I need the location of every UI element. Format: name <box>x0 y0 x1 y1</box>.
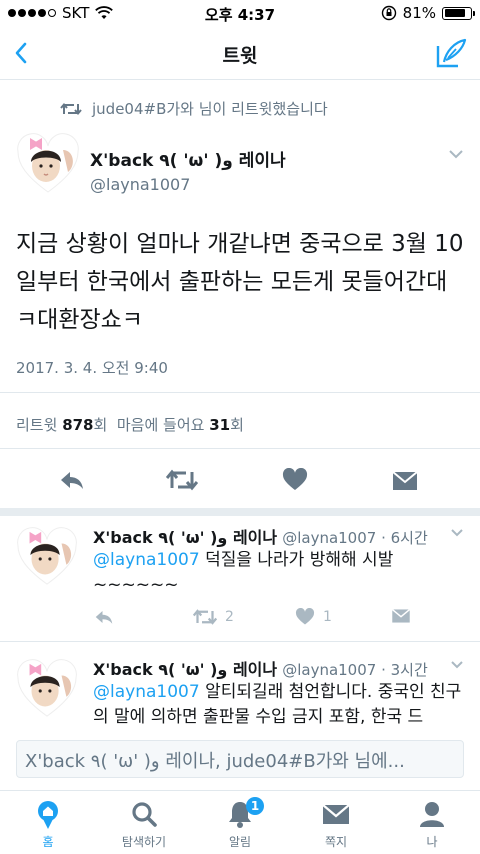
tab-messages-label: 쪽지 <box>324 835 348 849</box>
reply-text: @layna1007 알티되길래 첨언합니다. 중국인 친구의 말에 의하면 출… <box>93 680 463 730</box>
reply-mention[interactable]: @layna1007 <box>93 682 200 702</box>
tweet-actions <box>0 462 480 498</box>
retweet-action[interactable]: 2 <box>193 608 234 626</box>
reply-handle-time: @layna1007 · 3시간 <box>282 661 428 679</box>
reply-icon <box>95 611 113 624</box>
tab-home-label: 홈 <box>42 835 54 849</box>
like-action[interactable]: 1 <box>295 608 332 626</box>
reply-compose-input[interactable]: X'back ٩( 'ω' )و 레이나, jude04#B가와 님에... <box>16 740 464 778</box>
heart-icon <box>295 608 315 625</box>
tab-notifications-label: 알림 <box>228 835 252 849</box>
tweet-timestamp: 2017. 3. 4. 오전 9:40 <box>16 359 168 377</box>
reply-icon[interactable] <box>58 468 86 492</box>
avatar[interactable] <box>16 132 80 196</box>
section-separator <box>0 508 480 516</box>
reply-header: X'back ٩( 'ω' )و 레이나 @layna1007 · 6시간 <box>93 524 428 548</box>
nav-bar: 트윗 <box>0 28 480 80</box>
reply-header: X'back ٩( 'ω' )و 레이나 @layna1007 · 3시간 <box>93 656 428 680</box>
home-icon <box>38 801 58 829</box>
like-count: 31 <box>209 416 231 434</box>
chevron-down-icon[interactable] <box>450 528 464 538</box>
status-bar: SKT 오후 4:37 81% <box>0 0 480 28</box>
retweet-icon[interactable] <box>166 468 198 492</box>
tweet-text: 지금 상황이 얼마나 개같냐면 중국으로 3월 10일부터 한국에서 출판하는 … <box>16 231 464 333</box>
retweet-icon <box>193 609 217 625</box>
tab-search[interactable]: 탐색하기 <box>96 799 192 850</box>
compose-icon[interactable] <box>434 36 468 70</box>
heart-icon[interactable] <box>282 468 308 492</box>
reply-handle-time: @layna1007 · 6시간 <box>282 529 428 547</box>
chevron-down-icon[interactable] <box>448 148 464 160</box>
reply-like-count: 1 <box>323 609 332 625</box>
notification-badge: 1 <box>246 797 264 815</box>
avatar[interactable] <box>16 526 78 588</box>
divider <box>0 641 480 642</box>
tab-search-label: 탐색하기 <box>121 835 167 849</box>
tab-home[interactable]: 홈 <box>0 799 96 850</box>
retweet-small-icon <box>60 102 82 115</box>
reply-retweet-count: 2 <box>225 609 234 625</box>
reply-mention[interactable]: @layna1007 <box>93 550 200 570</box>
status-right: 81% <box>381 4 475 22</box>
tab-profile[interactable]: 나 <box>384 799 480 850</box>
orientation-lock-icon <box>381 5 396 21</box>
battery-fill <box>444 9 465 17</box>
retweet-count: 878 <box>62 416 94 434</box>
avatar[interactable] <box>16 658 78 720</box>
retweet-attribution-text: jude04#B가와 님이 리트윗했습니다 <box>92 100 328 118</box>
retweet-attribution[interactable]: jude04#B가와 님이 리트윗했습니다 <box>60 98 328 119</box>
mail-icon <box>322 804 350 824</box>
like-stat-label: 마음에 들어요 <box>116 416 205 434</box>
tweet-header: X'back ٩( 'ω' )و 레이나 @layna1007 <box>16 128 464 204</box>
message-icon[interactable] <box>392 470 418 492</box>
profile-icon <box>420 802 444 827</box>
page-title: 트윗 <box>222 45 258 67</box>
reply-author-name[interactable]: X'back ٩( 'ω' )و 레이나 <box>93 528 277 547</box>
battery-icon <box>442 6 475 20</box>
search-icon <box>132 802 157 827</box>
reply-actions: 2 1 <box>93 608 423 632</box>
reply-item[interactable]: X'back ٩( 'ω' )و 레이나 @layna1007 · 6시간 @l… <box>0 516 480 640</box>
like-unit: 회 <box>230 416 244 434</box>
reply-author-name[interactable]: X'back ٩( 'ω' )و 레이나 <box>93 660 277 679</box>
retweet-stat-label: 리트윗 <box>16 416 58 434</box>
author-block: X'back ٩( 'ω' )و 레이나 @layna1007 <box>90 146 286 194</box>
reply-action[interactable] <box>93 608 115 626</box>
tab-messages[interactable]: 쪽지 <box>288 799 384 850</box>
reply-text: @layna1007 덕질을 나라가 방해해 시발 ~~~~~~ <box>93 548 463 598</box>
author-handle[interactable]: @layna1007 <box>90 175 286 194</box>
tweet-stats[interactable]: 리트윗 878회 마음에 들어요 31회 <box>16 414 244 435</box>
message-icon <box>391 608 411 623</box>
tab-bar: 홈 탐색하기 1 알림 쪽지 나 <box>0 790 480 854</box>
tab-notifications[interactable]: 1 알림 <box>192 797 288 850</box>
message-action[interactable] <box>391 608 411 624</box>
battery-percent: 81% <box>402 4 436 22</box>
divider <box>0 448 480 449</box>
retweet-unit: 회 <box>93 416 108 434</box>
reply-item[interactable]: X'back ٩( 'ω' )و 레이나 @layna1007 · 3시간 @l… <box>0 648 480 730</box>
divider <box>0 392 480 393</box>
tab-profile-label: 나 <box>426 835 438 849</box>
chevron-down-icon[interactable] <box>450 660 464 670</box>
author-name[interactable]: X'back ٩( 'ω' )و 레이나 <box>90 146 286 171</box>
